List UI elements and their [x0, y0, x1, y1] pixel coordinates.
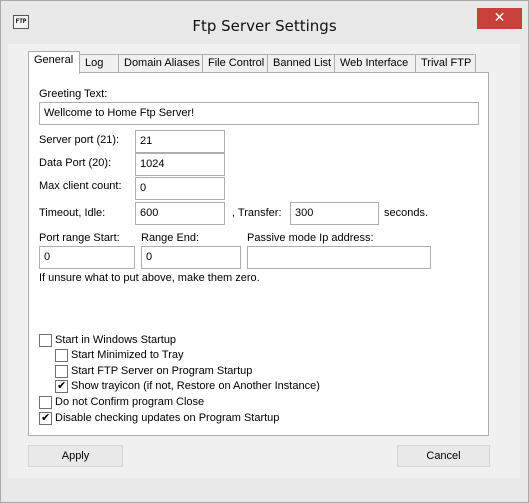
tab-web-interface[interactable]: Web Interface	[334, 54, 416, 73]
max-client-count-label: Max client count:	[39, 180, 122, 192]
cancel-button[interactable]: Cancel	[397, 445, 490, 467]
title-bar: FTP Ftp Server Settings ✕	[1, 1, 528, 45]
option-start-minimized-to-tray[interactable]: Start Minimized to Tray	[55, 348, 183, 362]
option-label: Do not Confirm program Close	[55, 396, 205, 408]
checkbox[interactable]	[55, 364, 68, 378]
seconds-label: seconds.	[384, 207, 429, 219]
window-title: Ftp Server Settings	[192, 17, 337, 35]
timeout-idle-input[interactable]: 600	[135, 202, 225, 225]
max-client-count-input[interactable]: 0	[135, 177, 225, 200]
option-do-not-confirm-close[interactable]: Do not Confirm program Close	[39, 395, 204, 409]
option-label: Show trayicon (if not, Restore on Anothe…	[71, 380, 320, 392]
checkbox-checked[interactable]	[55, 379, 68, 393]
server-port-input[interactable]: 21	[135, 130, 225, 153]
data-port-input[interactable]: 1024	[135, 153, 225, 176]
option-start-ftp-server-on-startup[interactable]: Start FTP Server on Program Startup	[55, 364, 252, 378]
greeting-text-input[interactable]: Wellcome to Home Ftp Server!	[39, 102, 479, 125]
checkbox[interactable]	[39, 395, 52, 409]
tab-log[interactable]: Log	[79, 54, 119, 73]
apply-button[interactable]: Apply	[28, 445, 123, 467]
option-show-trayicon[interactable]: Show trayicon (if not, Restore on Anothe…	[55, 379, 320, 393]
close-button[interactable]: ✕	[477, 8, 522, 29]
range-end-input[interactable]: 0	[141, 246, 241, 269]
data-port-label: Data Port (20):	[39, 157, 112, 169]
range-end-label: Range End:	[141, 232, 200, 244]
transfer-timeout-input[interactable]: 300	[290, 202, 379, 225]
tab-general[interactable]: General	[28, 51, 80, 74]
tab-domain-aliases[interactable]: Domain Aliases	[118, 54, 203, 73]
port-range-start-label: Port range Start:	[39, 232, 120, 244]
greeting-text-label: Greeting Text:	[39, 88, 108, 100]
port-range-start-input[interactable]: 0	[39, 246, 135, 269]
option-label: Disable checking updates on Program Star…	[55, 412, 280, 424]
option-start-in-windows-startup[interactable]: Start in Windows Startup	[39, 333, 176, 347]
option-label: Start in Windows Startup	[55, 334, 177, 346]
tab-file-control[interactable]: File Control	[202, 54, 268, 73]
tab-trival-ftp[interactable]: Trival FTP	[415, 54, 476, 73]
server-port-label: Server port (21):	[39, 134, 120, 146]
option-label: Start FTP Server on Program Startup	[71, 365, 253, 377]
passive-ip-label: Passive mode Ip address:	[247, 232, 374, 244]
tab-banned-list[interactable]: Banned List	[267, 54, 335, 73]
hint-text: If unsure what to put above, make them z…	[39, 272, 260, 284]
timeout-idle-label: Timeout, Idle:	[39, 207, 106, 219]
checkbox-checked[interactable]	[39, 411, 52, 425]
option-label: Start Minimized to Tray	[71, 349, 184, 361]
passive-ip-input[interactable]	[247, 246, 431, 269]
transfer-label: , Transfer:	[232, 207, 282, 219]
checkbox[interactable]	[55, 348, 68, 362]
option-disable-update-check[interactable]: Disable checking updates on Program Star…	[39, 411, 279, 425]
checkbox[interactable]	[39, 333, 52, 347]
